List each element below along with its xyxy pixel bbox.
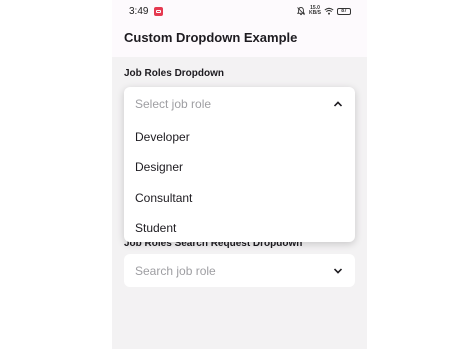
dropdown-option-designer[interactable]: Designer [135,160,183,174]
phone-screen: 3:49 15.0 KB/S 87 Custom Dropdown Exampl… [112,0,367,349]
network-speed: 15.0 KB/S [309,6,321,16]
dropdown-option-developer[interactable]: Developer [135,130,190,144]
app-notification-icon [154,6,164,16]
status-time: 3:49 [129,5,149,17]
dropdown-option-consultant[interactable]: Consultant [135,191,192,205]
app-bar: 3:49 15.0 KB/S 87 Custom Dropdown Exampl… [112,0,367,57]
job-roles-dropdown-menu: Select job role Developer Designer Consu… [124,87,355,242]
chevron-up-icon[interactable] [333,100,343,108]
chevron-down-icon[interactable] [333,267,343,275]
status-bar: 3:49 15.0 KB/S 87 [112,0,367,22]
search-job-role-placeholder: Search job role [135,263,216,278]
wifi-icon [324,7,334,15]
select-job-role-placeholder: Select job role [135,96,212,111]
dropdown-option-student[interactable]: Student [135,221,176,235]
battery-icon: 87 [337,7,351,15]
status-right: 15.0 KB/S 87 [296,6,351,16]
job-roles-dropdown-label: Job Roles Dropdown [124,68,224,79]
search-job-role-dropdown[interactable]: Search job role [124,254,355,287]
network-speed-unit: KB/S [309,10,321,16]
select-job-role-dropdown[interactable]: Select job role [124,87,355,120]
bell-off-icon [296,7,306,16]
status-left: 3:49 [129,5,164,17]
app-title: Custom Dropdown Example [124,30,298,45]
